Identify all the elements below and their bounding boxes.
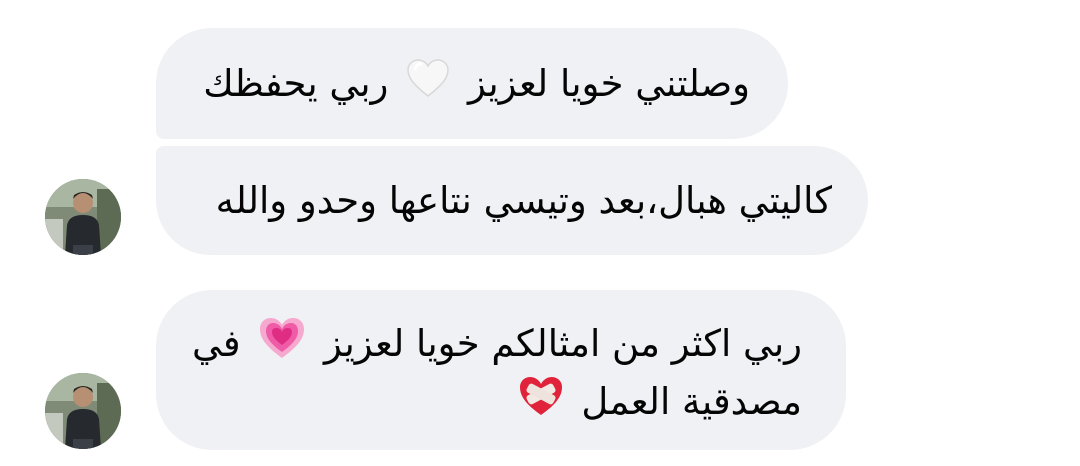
white-heart-icon xyxy=(406,58,450,113)
growing-heart-icon xyxy=(258,316,306,375)
message-bubble[interactable]: كاليتي هبال،بعد وتيسي نتاعها وحدو والله xyxy=(156,146,868,255)
message-bubble[interactable]: وصلتني خويا لعزيز ربي يحفظك xyxy=(156,28,788,139)
mending-heart-icon xyxy=(518,375,564,432)
avatar[interactable] xyxy=(45,373,121,449)
message-bubble[interactable]: ربي اكثر من امثالكم خويا لعزيز في مصدقية… xyxy=(156,290,846,450)
message-text: ربي يحفظك xyxy=(203,62,389,105)
message-text: كاليتي هبال،بعد وتيسي نتاعها وحدو والله xyxy=(215,179,832,222)
message-text: وصلتني خويا لعزيز xyxy=(467,62,750,105)
avatar[interactable] xyxy=(45,179,121,255)
message-text: ربي اكثر من امثالكم خويا لعزيز xyxy=(324,322,802,365)
